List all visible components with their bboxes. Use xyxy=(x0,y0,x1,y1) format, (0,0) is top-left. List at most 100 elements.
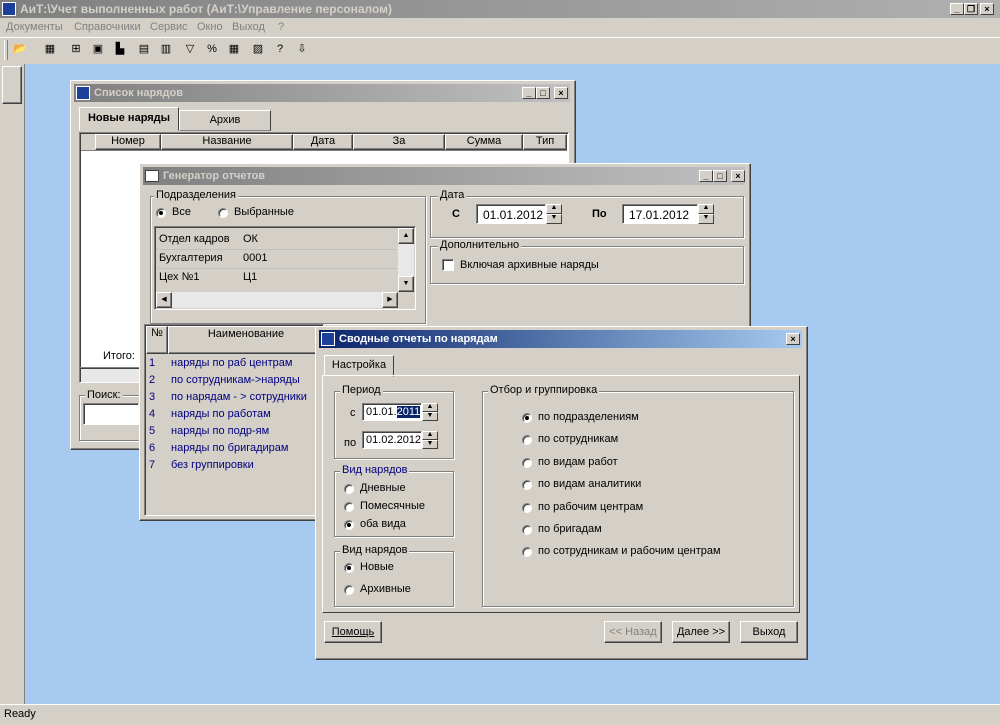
menu-documents[interactable]: Документы xyxy=(6,21,63,33)
col-header-date[interactable]: Дата xyxy=(293,134,353,150)
radio-by-brigades[interactable] xyxy=(522,525,532,535)
orders-minimize-button[interactable]: _ xyxy=(522,87,536,99)
date-from-spinner[interactable]: ▲ ▼ xyxy=(546,204,562,224)
network-icon[interactable]: ⊞ xyxy=(66,40,86,58)
search-label: Поиск: xyxy=(85,389,123,401)
help-icon[interactable]: ? xyxy=(270,40,290,58)
date-to-field[interactable]: 17.01.2012 xyxy=(622,204,698,224)
table-icon[interactable]: ▤ xyxy=(134,40,154,58)
orders-maximize-button[interactable]: □ xyxy=(536,87,550,99)
back-button[interactable]: << Назад xyxy=(604,621,662,643)
menu-service[interactable]: Сервис xyxy=(150,21,188,33)
radio-new-orders[interactable] xyxy=(344,563,354,573)
radio-by-work-centers[interactable] xyxy=(522,503,532,513)
radio-daily-label: Дневные xyxy=(360,482,406,494)
percent-icon[interactable]: % xyxy=(202,40,222,58)
scroll-down-icon[interactable]: ▼ xyxy=(398,276,414,292)
col-header-sum[interactable]: Сумма xyxy=(445,134,523,150)
app-title-bar: АиТ:\Учет выполненных работ (АиТ:\Управл… xyxy=(0,0,1000,18)
grouping-option-label: по рабочим центрам xyxy=(538,501,644,513)
radio-by-divisions[interactable] xyxy=(522,413,532,423)
exit-button[interactable]: Выход xyxy=(740,621,798,643)
report-gen-minimize-button[interactable]: _ xyxy=(699,170,713,182)
dock-handle[interactable] xyxy=(2,66,22,104)
scroll-left-icon[interactable]: ◀ xyxy=(156,292,172,308)
reports-col-number[interactable]: № xyxy=(146,326,168,354)
summary-close-button[interactable]: × xyxy=(786,333,800,345)
card-icon[interactable]: ▣ xyxy=(88,40,108,58)
summary-titlebar: Сводные отчеты по нарядам × xyxy=(319,330,802,348)
date-to-spinner[interactable]: ▲ ▼ xyxy=(698,204,714,224)
grid-icon[interactable]: ▨ xyxy=(248,40,268,58)
calendar-icon[interactable]: ▦ xyxy=(40,40,60,58)
open-folder-icon[interactable]: 📂 xyxy=(10,40,30,58)
calculator-icon[interactable]: ▦ xyxy=(224,40,244,58)
report-icon[interactable]: ▥ xyxy=(156,40,176,58)
division-row[interactable]: Отдел кадров ОК xyxy=(157,231,397,250)
radio-by-work-types[interactable] xyxy=(522,458,532,468)
col-header-number[interactable]: Номер xyxy=(95,134,161,150)
period-to-field[interactable]: 01.02.2012 xyxy=(362,431,422,449)
next-button[interactable]: Далее >> xyxy=(672,621,730,643)
divisions-hscroll[interactable]: ◀ ▶ xyxy=(156,292,398,308)
search-input[interactable] xyxy=(83,403,139,425)
help-button[interactable]: Помощь xyxy=(324,621,382,643)
report-row[interactable]: 4 наряды по работам xyxy=(147,406,323,423)
radio-selected-divisions[interactable] xyxy=(218,208,228,218)
app-minimize-button[interactable]: _ xyxy=(950,3,964,15)
radio-by-analytics[interactable] xyxy=(522,480,532,490)
filter-icon[interactable]: ▽ xyxy=(180,40,200,58)
divisions-label: Подразделения xyxy=(154,189,238,201)
division-row[interactable]: Бухгалтерия 0001 xyxy=(157,250,397,269)
period-from-field[interactable]: 01.01.2011 xyxy=(362,403,422,421)
tab-new-orders[interactable]: Новые наряды xyxy=(79,107,179,131)
app-restore-button[interactable]: ❐ xyxy=(964,3,978,15)
left-dock xyxy=(0,64,25,704)
report-row[interactable]: 3 по нарядам - > сотрудники xyxy=(147,389,323,406)
radio-all-divisions[interactable] xyxy=(156,208,166,218)
report-row[interactable]: 7 без группировки xyxy=(147,457,323,474)
radio-daily[interactable] xyxy=(344,484,354,494)
divisions-list[interactable]: Отдел кадров ОК Бухгалтерия 0001 Цех №1 … xyxy=(154,226,416,310)
tab-archive[interactable]: Архив xyxy=(179,110,271,131)
menu-help[interactable]: ? xyxy=(278,21,284,33)
date-to-label: По xyxy=(592,208,607,220)
radio-by-employees-and-centers[interactable] xyxy=(522,547,532,557)
menu-exit[interactable]: Выход xyxy=(232,21,265,33)
report-row[interactable]: 5 наряды по подр-ям xyxy=(147,423,323,440)
division-row[interactable]: Цех №1 Ц1 xyxy=(157,269,397,287)
radio-monthly[interactable] xyxy=(344,502,354,512)
app-close-button[interactable]: × xyxy=(980,3,994,15)
orders-hscroll[interactable] xyxy=(79,367,145,383)
col-header-name[interactable]: Название xyxy=(161,134,293,150)
scroll-right-icon[interactable]: ▶ xyxy=(382,292,398,308)
col-header-type[interactable]: Тип xyxy=(523,134,567,150)
tab-new-orders-label: Новые наряды xyxy=(87,112,171,124)
exit-icon[interactable]: ⇩ xyxy=(292,40,312,58)
building-icon[interactable]: ▙ xyxy=(110,40,130,58)
scroll-up-icon[interactable]: ▲ xyxy=(398,228,414,244)
orders-close-button[interactable]: × xyxy=(554,87,568,99)
radio-by-employees[interactable] xyxy=(522,435,532,445)
report-row[interactable]: 6 наряды по бригадирам xyxy=(147,440,323,457)
radio-archive-label: Архивные xyxy=(360,583,411,595)
report-gen-maximize-button[interactable]: □ xyxy=(713,170,727,182)
reports-list[interactable]: № Наименование 1 наряды по раб центрам 2п… xyxy=(144,324,324,516)
period-to-spinner[interactable]: ▲ ▼ xyxy=(422,431,438,449)
tab-settings[interactable]: Настройка xyxy=(324,355,394,377)
radio-archive-orders[interactable] xyxy=(344,585,354,595)
report-row[interactable]: 2 по сотрудникам->наряды xyxy=(147,372,323,389)
division-name: Цех №1 xyxy=(159,271,200,283)
report-gen-close-button[interactable]: × xyxy=(731,170,745,182)
divisions-vscroll[interactable]: ▲ ▼ xyxy=(398,228,414,292)
radio-new-label: Новые xyxy=(360,561,394,573)
menu-references[interactable]: Справочники xyxy=(74,21,141,33)
include-archive-checkbox[interactable] xyxy=(442,259,454,271)
col-header-for[interactable]: За xyxy=(353,134,445,150)
radio-both-types[interactable] xyxy=(344,520,354,530)
menu-window[interactable]: Окно xyxy=(197,21,223,33)
date-from-field[interactable]: 01.01.2012 xyxy=(476,204,546,224)
report-row[interactable]: 1 наряды по раб центрам xyxy=(147,355,323,372)
period-from-spinner[interactable]: ▲ ▼ xyxy=(422,403,438,421)
reports-col-name[interactable]: Наименование xyxy=(168,326,324,354)
